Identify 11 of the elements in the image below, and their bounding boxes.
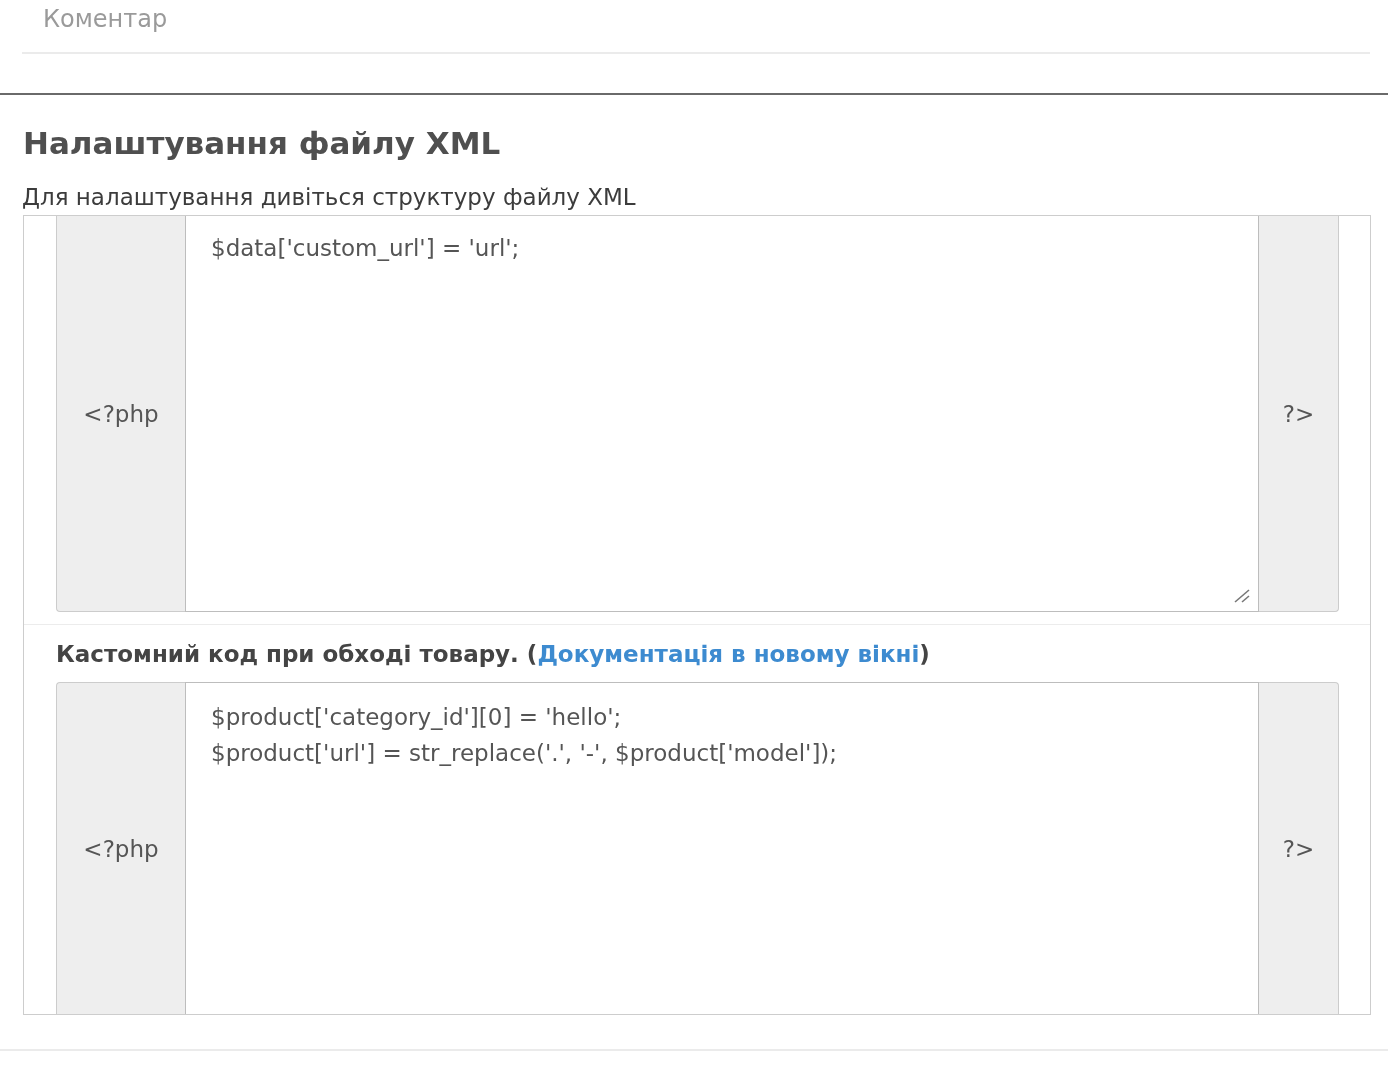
code-textarea[interactable]: $product['category_id'][0] = 'hello'; $product['url'] = str_replace('.', '-', $product['model']); <box>185 682 1259 1014</box>
prefix-addon: <?php <box>56 682 185 1014</box>
suffix-addon: ?> <box>1259 682 1339 1014</box>
suffix-addon: ?> <box>1259 216 1339 612</box>
code-textarea[interactable]: $data['custom_url'] = 'url'; <box>185 216 1259 612</box>
field-label: Кастомний код при обході товару. (Документація в новому вікні) <box>56 640 931 669</box>
section-description: Для налаштування дивіться структуру файлу XML <box>22 183 637 212</box>
prefix-addon: <?php <box>56 216 185 612</box>
section-title: Налаштування файлу XML <box>23 124 502 163</box>
documentation-link[interactable]: Документація в новому вікні <box>537 641 920 667</box>
resize-grip-icon[interactable] <box>1234 589 1250 603</box>
